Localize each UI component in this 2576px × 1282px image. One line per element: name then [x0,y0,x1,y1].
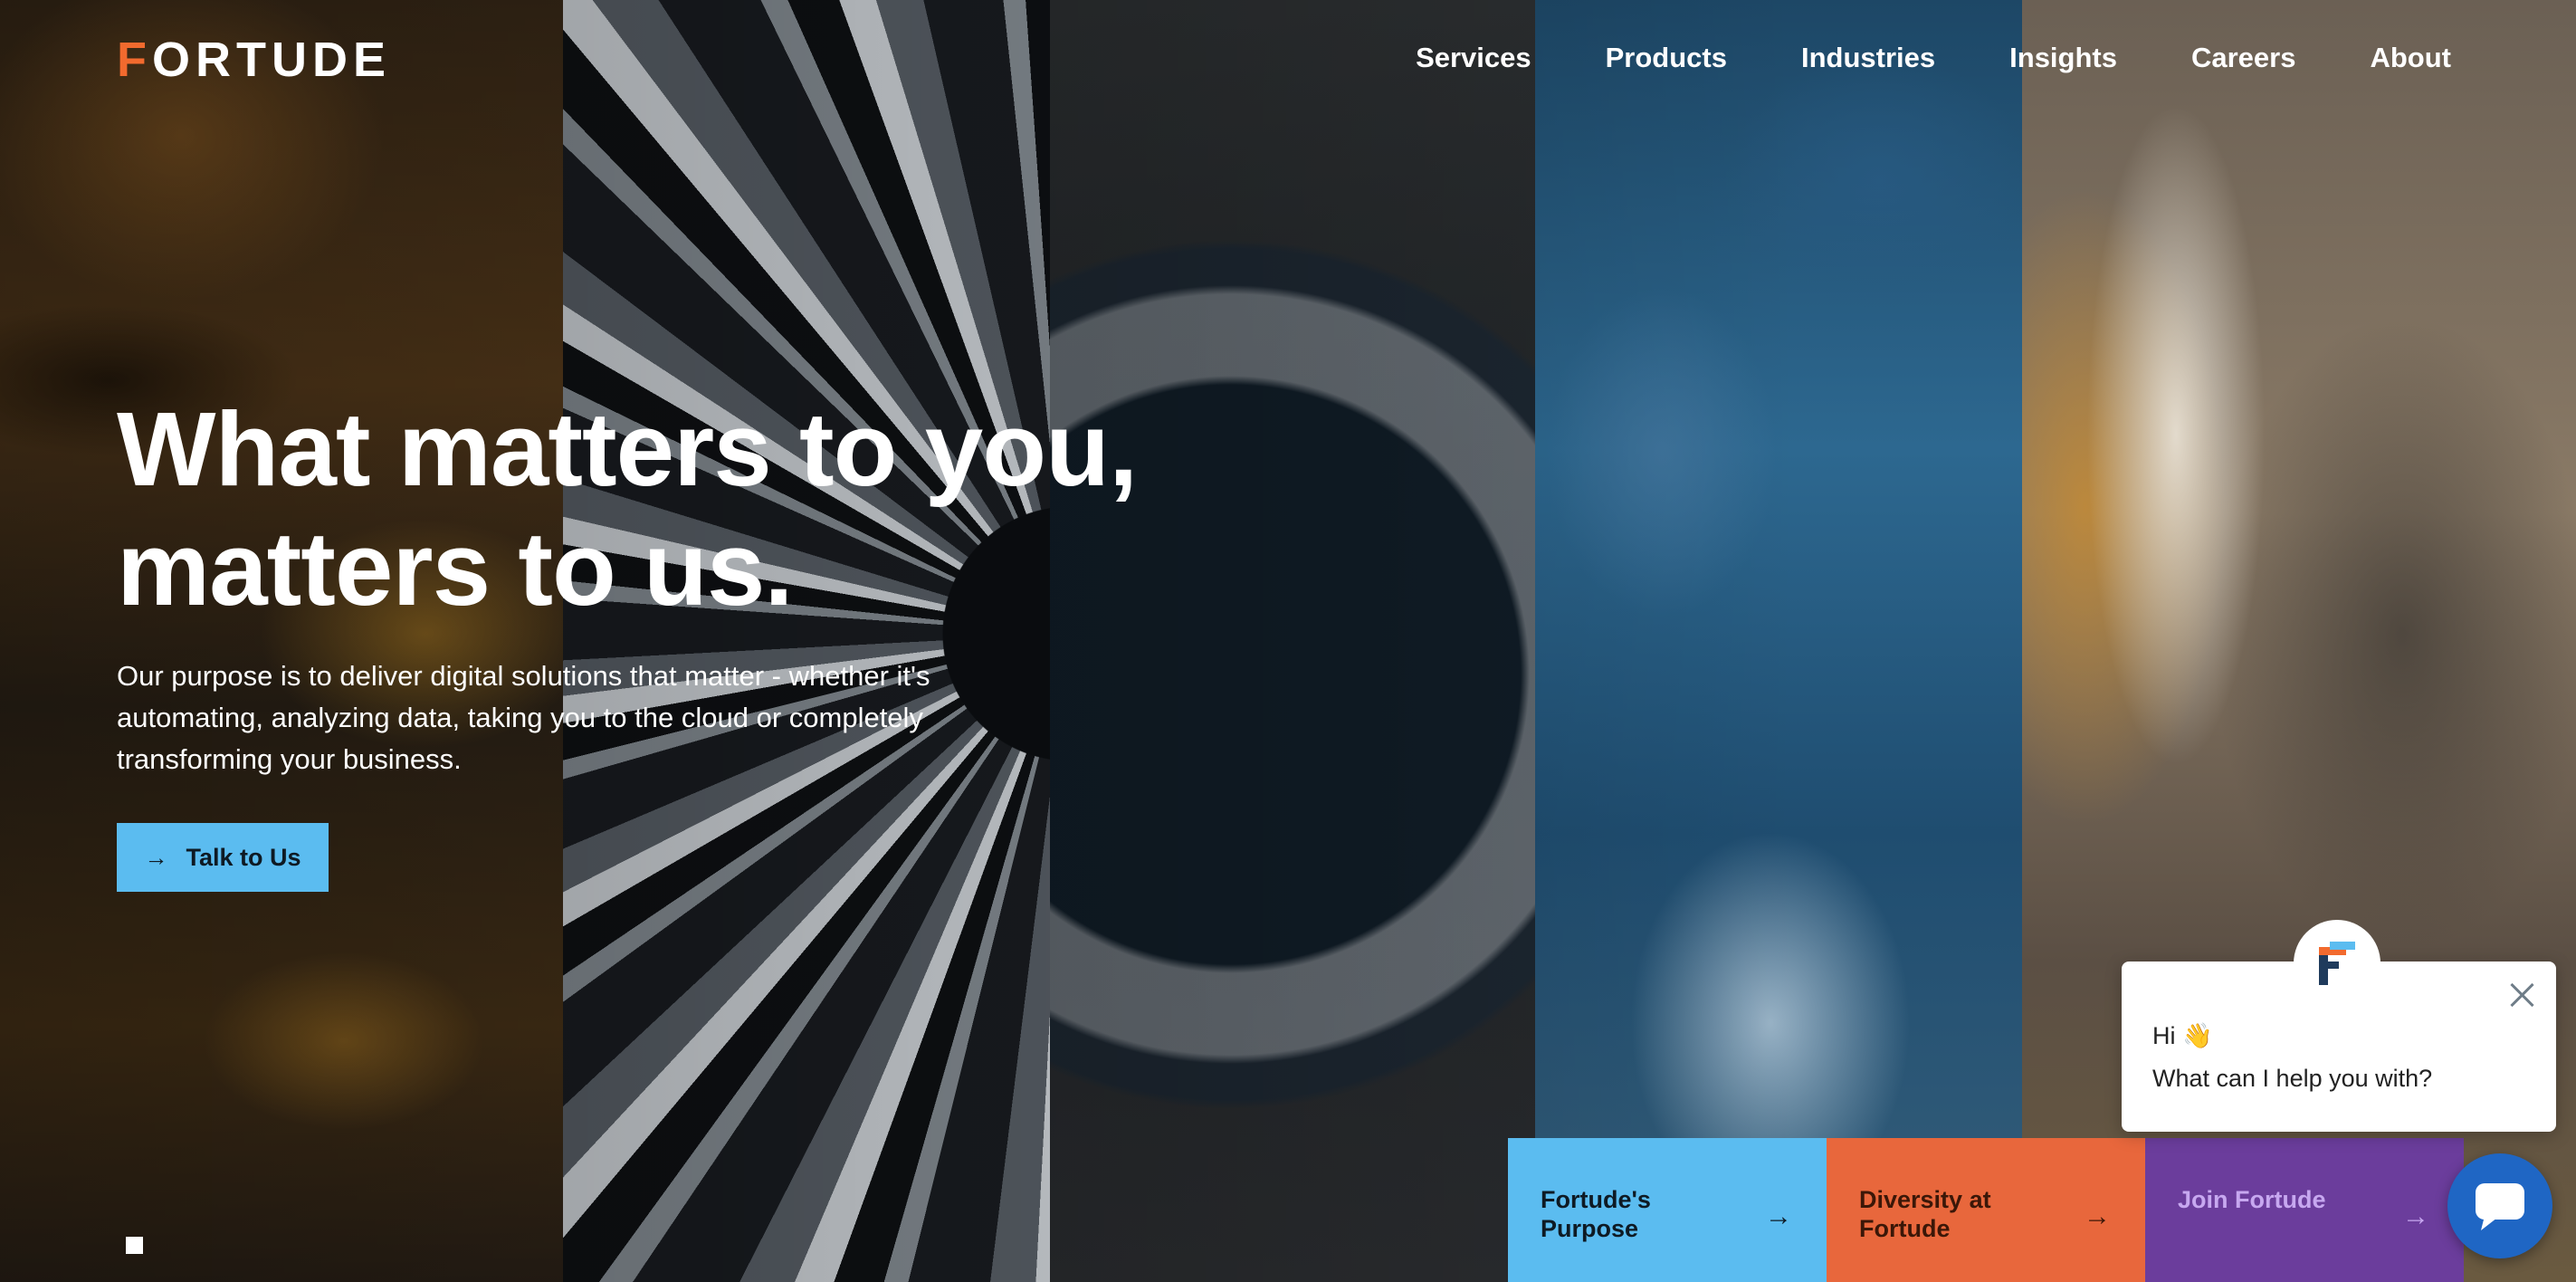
card-label: Diversity at Fortude [1859,1186,1991,1242]
arrow-right-icon: → [144,843,168,871]
chat-bubble-icon [2476,1183,2524,1230]
hero-description: Our purpose is to deliver digital soluti… [117,660,930,775]
feature-cards: Fortude's Purpose → Diversity at Fortude… [1508,1138,2464,1282]
talk-to-us-label: Talk to Us [186,843,301,871]
arrow-right-icon: → [2084,1201,2111,1231]
nav-item-products[interactable]: Products [1606,42,1727,74]
arrow-right-icon: → [1765,1201,1792,1231]
nav-item-industries[interactable]: Industries [1801,42,1935,74]
card-diversity-at-fortude[interactable]: Diversity at Fortude → [1827,1138,2145,1282]
chat-avatar [2294,920,2380,1007]
arrow-right-icon: → [2402,1201,2429,1231]
card-fortudes-purpose[interactable]: Fortude's Purpose → [1508,1138,1827,1282]
fortude-f-icon [2319,942,2355,985]
nav-item-insights[interactable]: Insights [2009,42,2117,74]
card-label: Join Fortude [2178,1186,2326,1213]
hero-title: What matters to you, matters to us. [117,390,1138,627]
card-label: Fortude's Purpose [1541,1186,1651,1242]
slide-indicator[interactable] [126,1237,143,1254]
nav-item-services[interactable]: Services [1416,42,1531,74]
fortude-logo[interactable]: FORTUDE [117,35,391,84]
card-join-fortude[interactable]: Join Fortude → [2145,1138,2464,1282]
nav-item-careers[interactable]: Careers [2191,42,2295,74]
chat-launcher-button[interactable] [2447,1153,2552,1258]
chat-greeting: Hi 👋 [2152,1022,2213,1049]
talk-to-us-button[interactable]: → Talk to Us [117,823,329,892]
close-icon[interactable] [2505,978,2538,1010]
nav-item-about[interactable]: About [2370,42,2451,74]
main-nav: Services Products Industries Insights Ca… [1416,42,2451,74]
chat-prompt: What can I help you with? [2152,1065,2433,1092]
